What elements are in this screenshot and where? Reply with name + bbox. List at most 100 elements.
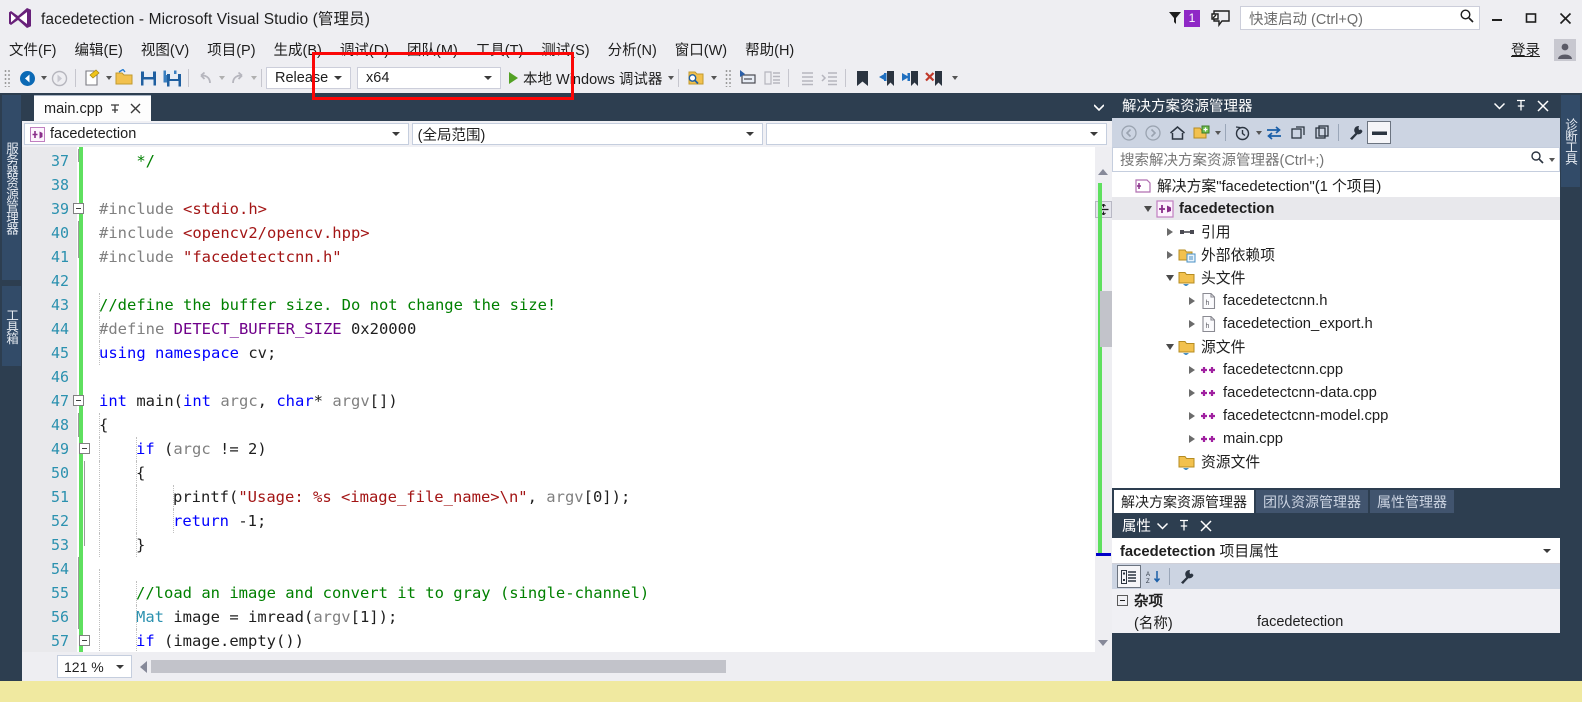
quick-launch-input[interactable]: 快速启动 (Ctrl+Q) <box>1240 6 1480 30</box>
menu-item-test[interactable]: 测试(S) <box>532 36 598 63</box>
toggle-outline-icon[interactable] <box>736 66 760 90</box>
expander-closed-icon[interactable] <box>1184 381 1200 404</box>
find-in-files-icon[interactable] <box>683 66 707 90</box>
collapse-region-icon[interactable] <box>73 395 84 406</box>
fold-column[interactable] <box>69 581 91 605</box>
properties-object-selector[interactable]: facedetection 项目属性 <box>1112 538 1560 564</box>
start-debug-dropdown-icon[interactable] <box>668 76 675 80</box>
minimize-button[interactable] <box>1480 0 1514 36</box>
code-line[interactable]: 40 #include <opencv2/opencv.hpp> <box>22 221 1112 245</box>
solution-configuration-combo[interactable]: Release <box>266 67 351 89</box>
save-icon[interactable] <box>136 66 160 90</box>
properties-grid[interactable]: 杂项 (名称) facedetection <box>1112 589 1560 633</box>
menu-item-help[interactable]: 帮助(H) <box>736 36 803 63</box>
chevron-down-icon[interactable] <box>1090 97 1108 117</box>
expander-closed-icon[interactable] <box>1162 220 1178 243</box>
expander-closed-icon[interactable] <box>1184 404 1200 427</box>
preview-selected-items-icon[interactable] <box>1367 121 1391 144</box>
tree-item[interactable]: 引用 <box>1112 220 1560 243</box>
collapse-icon[interactable] <box>1117 594 1128 606</box>
fold-column[interactable] <box>69 173 91 197</box>
start-debug-play-icon[interactable] <box>509 72 518 84</box>
chevron-down-icon[interactable] <box>1549 157 1555 162</box>
fold-column[interactable] <box>69 365 91 389</box>
properties-wrench-icon[interactable] <box>1343 121 1367 144</box>
sign-in-link[interactable]: 登录 <box>1511 39 1540 60</box>
code-editor-surface[interactable]: 37 */ 38 39 #include <stdio.h> 40 #include <o… <box>22 147 1112 652</box>
pin-icon[interactable] <box>1510 95 1532 117</box>
tree-item[interactable]: 头文件 <box>1112 266 1560 289</box>
code-line[interactable]: 57 if (image.empty()) <box>22 629 1112 652</box>
editor-vertical-scrollbar[interactable] <box>1095 147 1112 652</box>
show-all-files-icon[interactable] <box>1189 121 1213 144</box>
save-all-icon[interactable] <box>160 66 184 90</box>
pin-icon[interactable] <box>1173 515 1195 537</box>
solution-explorer-search-input[interactable]: 搜索解决方案资源管理器(Ctrl+;) <box>1112 147 1560 172</box>
tree-item[interactable]: facedetection <box>1112 197 1560 220</box>
fold-column[interactable] <box>69 485 91 509</box>
expander-open-icon[interactable] <box>1140 197 1156 220</box>
menu-item-file[interactable]: 文件(F) <box>0 36 66 63</box>
code-line[interactable]: 56 Mat image = imread(argv[1]); <box>22 605 1112 629</box>
code-line[interactable]: 42 <box>22 269 1112 293</box>
tree-item[interactable]: facedetectcnn-data.cpp <box>1112 381 1560 404</box>
navbar-project-combo[interactable]: facedetection <box>24 123 409 145</box>
code-line[interactable]: 51 printf("Usage: %s <image_file_name>\n"… <box>22 485 1112 509</box>
scrollbar-thumb[interactable] <box>151 660 726 673</box>
navigate-back-icon[interactable] <box>15 66 39 90</box>
fold-column[interactable] <box>69 317 91 341</box>
tree-item[interactable]: facedetectcnn.cpp <box>1112 358 1560 381</box>
code-line[interactable]: 38 <box>22 173 1112 197</box>
code-line[interactable]: 50 { <box>22 461 1112 485</box>
code-line[interactable]: 55 //load an image and convert it to gray… <box>22 581 1112 605</box>
fold-column[interactable] <box>69 533 91 557</box>
expander-closed-icon[interactable] <box>1162 243 1178 266</box>
next-bookmark-icon[interactable] <box>898 66 922 90</box>
toolbar-grip[interactable] <box>4 69 12 87</box>
zoom-level-combo[interactable]: 121 % <box>57 655 132 678</box>
sidebar-item-toolbox[interactable]: 工具箱 <box>2 286 21 366</box>
chevron-down-icon[interactable] <box>1488 95 1510 117</box>
tree-item[interactable]: main.cpp <box>1112 427 1560 450</box>
sync-with-active-document-icon[interactable] <box>1262 121 1286 144</box>
fold-column[interactable] <box>69 413 91 437</box>
close-button[interactable] <box>1548 0 1582 36</box>
categorized-view-icon[interactable] <box>1117 565 1141 588</box>
expander-open-icon[interactable] <box>1162 266 1178 289</box>
solution-explorer-tree[interactable]: 解决方案"facedetection"(1 个项目) facedetection 引… <box>1112 172 1560 488</box>
code-line[interactable]: 46 <box>22 365 1112 389</box>
tree-item[interactable]: 外部依赖项 <box>1112 243 1560 266</box>
editor-horizontal-scrollbar[interactable] <box>151 660 1112 673</box>
tree-item[interactable]: h facedetection_export.h <box>1112 312 1560 335</box>
scroll-left-arrow-icon[interactable] <box>140 660 147 673</box>
collapse-all-icon[interactable] <box>1310 121 1334 144</box>
code-line[interactable]: 45 using namespace cv; <box>22 341 1112 365</box>
collapse-region-icon[interactable] <box>79 443 90 454</box>
pin-icon[interactable] <box>106 100 124 118</box>
maximize-button[interactable] <box>1514 0 1548 36</box>
code-line[interactable]: 52 return -1; <box>22 509 1112 533</box>
fold-column[interactable] <box>69 245 91 269</box>
properties-row[interactable]: (名称) facedetection <box>1112 611 1560 633</box>
tree-item[interactable]: h facedetectcnn.h <box>1112 289 1560 312</box>
fold-column[interactable] <box>69 341 91 365</box>
toolbar-overflow-icon[interactable] <box>711 76 718 80</box>
fold-column[interactable] <box>69 461 91 485</box>
alphabetical-sort-icon[interactable]: A Z <box>1141 565 1165 588</box>
document-tab-main-cpp[interactable]: main.cpp <box>34 95 151 121</box>
tab-property-manager[interactable]: 属性管理器 <box>1370 490 1454 513</box>
sidebar-item-server-explorer[interactable]: 服务器资源管理器 <box>2 95 21 280</box>
solution-platform-combo[interactable]: x64 <box>357 67 501 89</box>
navbar-member-combo[interactable] <box>766 123 1107 145</box>
fold-column[interactable] <box>69 437 91 461</box>
scroll-down-arrow-icon[interactable] <box>1098 640 1108 646</box>
code-line[interactable]: 44 #define DETECT_BUFFER_SIZE 0x20000 <box>22 317 1112 341</box>
properties-category-row[interactable]: 杂项 <box>1112 589 1560 611</box>
menu-item-edit[interactable]: 编辑(E) <box>66 36 132 63</box>
scrollbar-thumb[interactable] <box>1100 291 1112 347</box>
code-line[interactable]: 53} <box>22 533 1112 557</box>
menu-item-build[interactable]: 生成(B) <box>265 36 331 63</box>
menu-item-window[interactable]: 窗口(W) <box>666 36 736 63</box>
menu-item-debug[interactable]: 调试(D) <box>331 36 398 63</box>
fold-column[interactable] <box>69 509 91 533</box>
